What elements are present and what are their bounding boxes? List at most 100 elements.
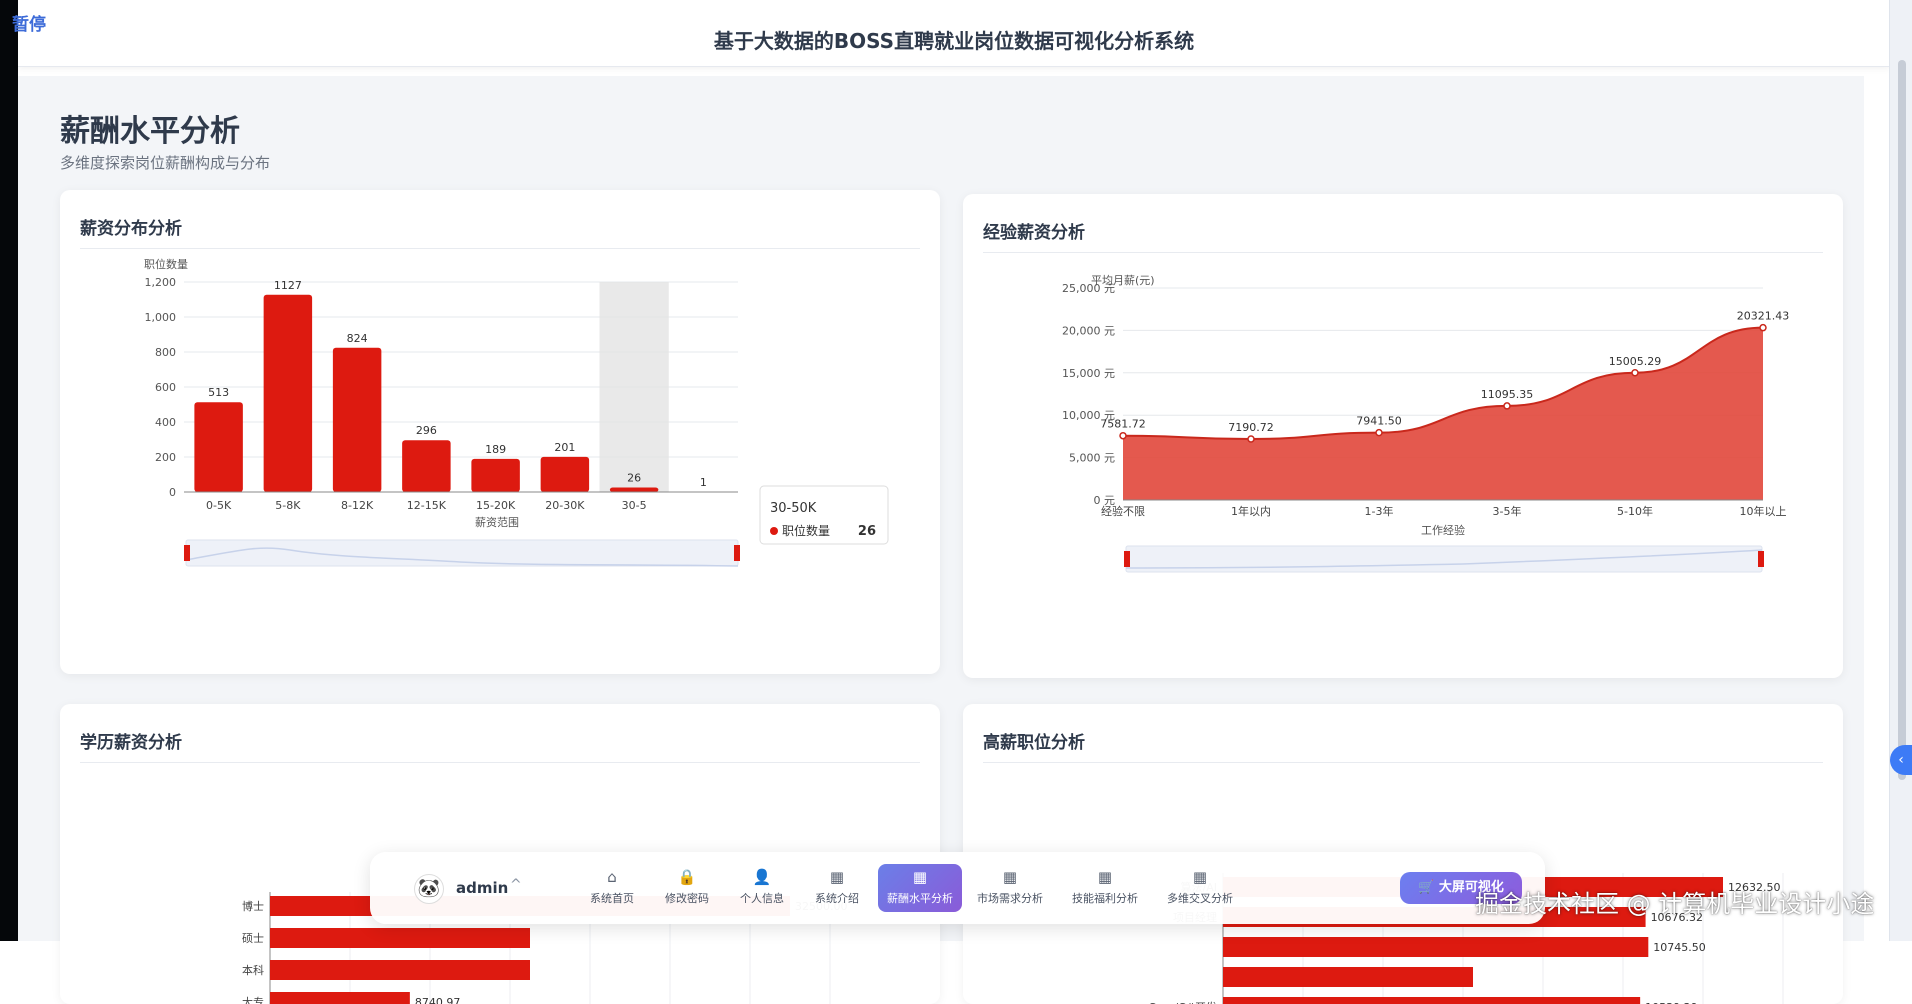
x-tick-label: 15-20K — [476, 499, 516, 512]
bar-value-label: 189 — [485, 443, 506, 456]
left-black-strip — [0, 0, 18, 941]
y-tick-label: 本科 — [242, 963, 264, 977]
y-tick-label: 5,000 元 — [1069, 452, 1115, 465]
data-label: 7941.50 — [1356, 415, 1402, 428]
scrollbar-thumb[interactable] — [1898, 60, 1906, 780]
app-title: 基于大数据的BOSS直聘就业岗位数据可视化分析系统 — [18, 25, 1890, 54]
x-tick-label: 经验不限 — [1101, 504, 1145, 518]
bar — [264, 295, 312, 492]
zoom-handle-right — [734, 545, 740, 561]
bar — [333, 348, 381, 492]
nav-item-2[interactable]: 👤 个人信息 — [720, 864, 804, 912]
x-axis-label: 薪资范围 — [475, 515, 519, 529]
y-tick-label: 1,000 — [145, 311, 177, 324]
pause-label[interactable]: 暂停 — [12, 10, 46, 35]
data-label: 15005.29 — [1609, 355, 1662, 368]
zoom-handle-left — [1124, 551, 1130, 567]
x-tick-label: 5-10年 — [1617, 504, 1653, 518]
nav-item-label: 技能福利分析 — [1063, 890, 1147, 906]
grid-icon: ▦ — [795, 868, 879, 886]
x-tick-label: 30-5 — [622, 499, 647, 512]
nav-item-label: 修改密码 — [645, 890, 729, 906]
bar — [1223, 967, 1473, 987]
data-point — [1632, 370, 1638, 376]
y-tick-label: 200 — [155, 451, 176, 464]
x-tick-label: 1-3年 — [1365, 504, 1394, 518]
user-name[interactable]: admin — [456, 879, 508, 897]
area-fill — [1123, 328, 1763, 500]
nav-item-6[interactable]: ▦ 技能福利分析 — [1063, 864, 1147, 912]
main-content: 薪酬水平分析 多维度探索岗位薪酬构成与分布 薪资分布分析 职位数量0200400… — [18, 76, 1864, 941]
tooltip-series: 职位数量 — [782, 523, 830, 538]
bar-value-label: 8740.97 — [415, 996, 461, 1004]
y-tick-label: 15,000 元 — [1062, 367, 1115, 380]
nav-item-label: 多维交叉分析 — [1158, 890, 1242, 906]
grid-icon: ▦ — [1063, 868, 1147, 886]
salary-distribution-card: 薪资分布分析 职位数量02004006008001,0001,2005130-5… — [60, 190, 940, 674]
nav-item-label: 系统首页 — [570, 890, 654, 906]
zoom-handle-left — [184, 545, 190, 561]
data-label: 7581.72 — [1100, 418, 1146, 431]
x-tick-label: 5-8K — [275, 499, 301, 512]
bar-value-label: 824 — [347, 332, 368, 345]
bar-value-label: 513 — [208, 386, 229, 399]
nav-item-label: 个人信息 — [720, 890, 804, 906]
data-point — [1376, 430, 1382, 436]
tooltip-marker — [770, 527, 778, 535]
tooltip: 30-50K 职位数量 26 — [760, 486, 888, 544]
nav-item-3[interactable]: ▦ 系统介绍 — [795, 864, 879, 912]
y-tick-label: 400 — [155, 416, 176, 429]
side-expand-icon[interactable]: ‹ — [1890, 745, 1912, 775]
bar — [1223, 997, 1640, 1004]
bar — [610, 487, 658, 492]
nav-item-7[interactable]: ▦ 多维交叉分析 — [1158, 864, 1242, 912]
x-tick-label: 20-30K — [545, 499, 585, 512]
y-axis-label: 职位数量 — [144, 257, 188, 271]
x-tick-label: 8-12K — [341, 499, 374, 512]
tooltip-value: 26 — [858, 524, 876, 539]
grid-icon: ▦ — [968, 868, 1052, 886]
data-label: 11095.35 — [1481, 388, 1534, 401]
bar — [471, 459, 519, 492]
nav-item-0[interactable]: ⌂ 系统首页 — [570, 864, 654, 912]
bar — [1223, 937, 1648, 957]
nav-item-1[interactable]: 🔒 修改密码 — [645, 864, 729, 912]
data-point — [1760, 325, 1766, 331]
bar-value-label: 296 — [416, 424, 437, 437]
experience-salary-chart: 平均月薪(元)0 元5,000 元10,000 元15,000 元20,000 … — [963, 194, 1843, 678]
user-icon: 👤 — [720, 868, 804, 886]
page-subtitle: 多维度探索岗位薪酬构成与分布 — [60, 152, 270, 173]
grid-icon: ▦ — [878, 868, 962, 886]
y-tick-label: 1,200 — [145, 276, 177, 289]
nav-item-label: 薪酬水平分析 — [878, 890, 962, 906]
x-tick-label: 3-5年 — [1493, 504, 1522, 518]
y-tick-label: C++/C#开发 — [1148, 1000, 1217, 1004]
zoom-handle-right — [1758, 551, 1764, 567]
y-tick-label: 硕士 — [242, 932, 264, 945]
bar-value-label: 201 — [554, 441, 575, 454]
tooltip-title: 30-50K — [770, 501, 817, 516]
home-icon: ⌂ — [570, 868, 654, 886]
nav-item-5[interactable]: ▦市场需求分析 — [968, 864, 1052, 912]
page-scrollbar[interactable] — [1889, 0, 1912, 941]
y-tick-label: 800 — [155, 346, 176, 359]
x-tick-label: 0-5K — [206, 499, 232, 512]
salary-distribution-chart: 职位数量02004006008001,0001,2005130-5K11275-… — [60, 190, 940, 674]
bar — [270, 992, 410, 1004]
page-title: 薪酬水平分析 — [60, 106, 240, 150]
grid-icon: ▦ — [1158, 868, 1242, 886]
chevron-up-icon[interactable]: ^ — [510, 877, 522, 893]
bar — [402, 440, 450, 492]
nav-item-4[interactable]: ▦ 薪酬水平分析 — [878, 864, 962, 912]
watermark: 掘金技术社区 @ 计算机毕业设计小途 — [1475, 884, 1874, 919]
y-tick-label: 0 — [169, 486, 176, 499]
bar-value-label: 1 — [700, 476, 707, 489]
bar — [194, 402, 242, 492]
y-tick-label: 博士 — [242, 900, 264, 913]
data-label: 20321.43 — [1737, 310, 1790, 323]
lock-icon: 🔒 — [645, 868, 729, 886]
avatar[interactable]: 🐼 — [414, 874, 444, 904]
top-header: 基于大数据的BOSS直聘就业岗位数据可视化分析系统 — [18, 0, 1890, 67]
nav-item-label: 系统介绍 — [795, 890, 879, 906]
y-tick-label: 20,000 元 — [1062, 324, 1115, 337]
